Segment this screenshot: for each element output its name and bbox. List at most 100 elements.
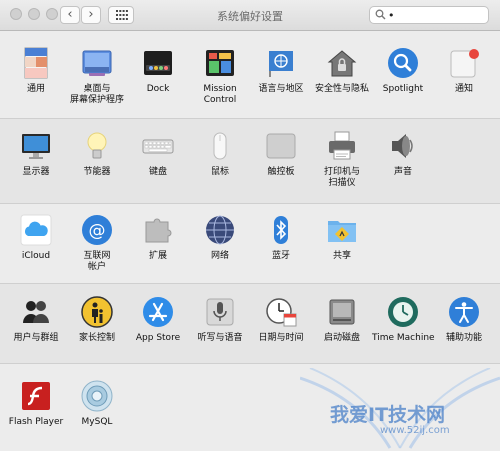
pane-parental-controls[interactable]: 家长控制 xyxy=(66,296,128,344)
pane-label-line1: Mission xyxy=(203,84,237,94)
grid-icon xyxy=(116,10,128,20)
pane-displays[interactable]: 显示器 xyxy=(5,130,67,178)
system-preferences-window: ‹ › 系统偏好设置 • 通用 桌面与 屏幕保护程序 Dock Mission … xyxy=(0,0,500,451)
forward-button[interactable]: › xyxy=(81,6,101,24)
close-window-button[interactable] xyxy=(10,8,22,20)
search-field[interactable] xyxy=(369,6,489,24)
pane-flash-player[interactable]: Flash Player xyxy=(5,380,67,428)
pane-startup-disk[interactable]: 启动磁盘 xyxy=(311,296,373,344)
chevron-right-icon: › xyxy=(88,7,94,22)
watermark-url: www.52ij.com xyxy=(380,425,450,436)
notifications-icon xyxy=(448,47,480,79)
pane-label: 通知 xyxy=(454,84,473,94)
pane-security-privacy[interactable]: 安全性与隐私 xyxy=(311,47,373,95)
pane-extensions[interactable]: 扩展 xyxy=(127,214,189,262)
pane-internet-accounts[interactable]: @ 互联网 帐户 xyxy=(66,214,128,273)
pane-label: Time Machine xyxy=(372,333,435,343)
back-button[interactable]: ‹ xyxy=(60,6,80,24)
pane-mouse[interactable]: 鼠标 xyxy=(189,130,251,178)
pane-label-line1: 打印机与 xyxy=(323,167,360,177)
users-icon xyxy=(20,296,52,328)
pane-time-machine[interactable]: Time Machine xyxy=(372,296,435,344)
minimize-window-button[interactable] xyxy=(28,8,40,20)
pane-spotlight[interactable]: Spotlight xyxy=(372,47,434,95)
pane-label: 显示器 xyxy=(22,167,50,177)
pane-label: 鼠标 xyxy=(210,167,229,177)
clock-calendar-icon xyxy=(265,296,297,328)
pane-icloud[interactable]: iCloud xyxy=(5,214,67,262)
pane-label: MySQL xyxy=(81,417,113,427)
hard-disk-icon xyxy=(326,296,358,328)
flag-icon xyxy=(265,47,297,79)
search-icon xyxy=(375,9,386,20)
pane-label: 安全性与隐私 xyxy=(314,84,369,94)
pane-label: 声音 xyxy=(393,167,412,177)
pane-accessibility[interactable]: 辅助功能 xyxy=(433,296,495,344)
pane-label: Spotlight xyxy=(382,84,424,94)
trackpad-icon xyxy=(265,130,297,162)
pane-mysql[interactable]: MySQL xyxy=(66,380,128,428)
pane-label: 启动磁盘 xyxy=(323,333,360,343)
microphone-icon xyxy=(204,296,236,328)
pane-language-region[interactable]: 语言与地区 xyxy=(250,47,312,95)
pane-date-time[interactable]: 日期与时间 xyxy=(250,296,312,344)
pane-label: 听写与语音 xyxy=(197,333,243,343)
pane-label-line1: 桌面与 xyxy=(83,84,111,94)
pane-label-line2: 扫描仪 xyxy=(328,178,356,188)
section-divider xyxy=(0,363,500,364)
spotlight-icon xyxy=(387,47,419,79)
pane-label: 辅助功能 xyxy=(445,333,482,343)
section-divider xyxy=(0,283,500,284)
search-input[interactable] xyxy=(386,7,488,23)
pane-printers-scanners[interactable]: 打印机与 扫描仪 xyxy=(311,130,373,189)
pane-dictation-speech[interactable]: 听写与语音 xyxy=(189,296,251,344)
pane-label: 扩展 xyxy=(148,251,167,261)
pane-desktop[interactable]: 桌面与 屏幕保护程序 xyxy=(66,47,128,106)
pane-sharing[interactable]: 共享 xyxy=(311,214,373,262)
pane-label: 触控板 xyxy=(267,167,295,177)
pane-label-line2: 帐户 xyxy=(87,262,106,272)
pane-label-line2: 屏幕保护程序 xyxy=(69,95,124,105)
app-store-icon xyxy=(142,296,174,328)
globe-icon xyxy=(204,214,236,246)
pane-label: 通用 xyxy=(26,84,45,94)
speaker-icon xyxy=(387,130,419,162)
pane-label: App Store xyxy=(135,333,181,343)
pane-label: 蓝牙 xyxy=(271,251,290,261)
pane-network[interactable]: 网络 xyxy=(189,214,251,262)
pane-dock[interactable]: Dock xyxy=(127,47,189,95)
svg-text:@: @ xyxy=(89,221,106,241)
pane-general[interactable]: 通用 xyxy=(5,47,67,95)
pane-app-store[interactable]: App Store xyxy=(127,296,189,344)
pane-label: 键盘 xyxy=(148,167,167,177)
watermark-text: 我爱IT技术网 xyxy=(330,404,446,426)
pane-keyboard[interactable]: 键盘 xyxy=(127,130,189,178)
pane-bluetooth[interactable]: 蓝牙 xyxy=(250,214,312,262)
pane-trackpad[interactable]: 触控板 xyxy=(250,130,312,178)
pane-sound[interactable]: 声音 xyxy=(372,130,434,178)
printer-icon xyxy=(326,130,358,162)
pane-energy-saver[interactable]: 节能器 xyxy=(66,130,128,178)
desktop-screensaver-icon xyxy=(81,47,113,79)
window-title: 系统偏好设置 xyxy=(217,10,283,23)
general-icon xyxy=(20,47,52,79)
pane-mission-control[interactable]: Mission Control xyxy=(189,47,251,106)
at-sign-icon: @ xyxy=(81,214,113,246)
pane-notifications[interactable]: 通知 xyxy=(433,47,495,95)
accessibility-icon xyxy=(448,296,480,328)
pane-label: iCloud xyxy=(21,251,51,261)
pane-label: 共享 xyxy=(332,251,351,261)
house-lock-icon xyxy=(326,47,358,79)
mysql-icon xyxy=(81,380,113,412)
puzzle-piece-icon xyxy=(142,214,174,246)
pane-users-groups[interactable]: 用户与群组 xyxy=(5,296,67,344)
parental-controls-icon xyxy=(81,296,113,328)
mission-control-icon xyxy=(204,47,236,79)
pane-label: 家长控制 xyxy=(78,333,115,343)
pane-label-line2: Control xyxy=(203,95,237,105)
pane-label: 语言与地区 xyxy=(258,84,304,94)
zoom-window-button[interactable] xyxy=(46,8,58,20)
pane-label: 节能器 xyxy=(83,167,111,177)
show-all-button[interactable] xyxy=(108,6,134,24)
shared-folder-icon xyxy=(326,214,358,246)
